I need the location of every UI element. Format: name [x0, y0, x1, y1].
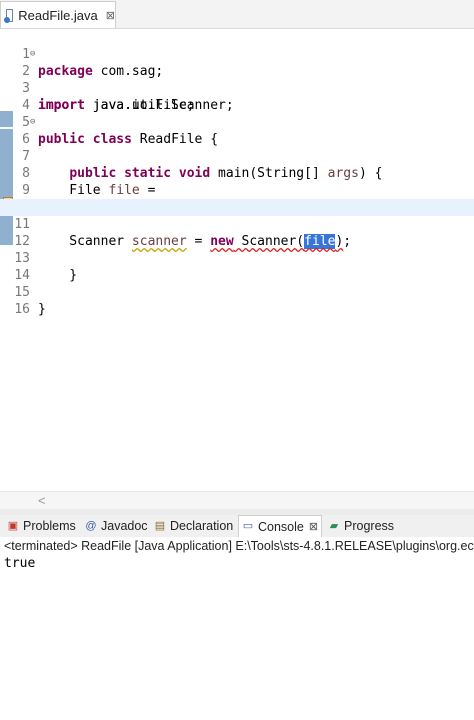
code-line[interactable]: 16: [0, 284, 474, 317]
code-line[interactable]: 15 }: [0, 267, 474, 317]
editor-tab-bar: ReadFile.java ⊠: [0, 0, 474, 29]
tab-label: Console: [258, 519, 304, 534]
code-line[interactable]: 1 package com.sag;: [0, 29, 474, 79]
code-line[interactable]: 5 public class ReadFile {: [0, 97, 474, 147]
code-line[interactable]: 2 ⊖ import java.io.File;: [0, 46, 474, 113]
tab-label: Problems: [23, 519, 76, 533]
tab-console[interactable]: ▭ Console ⊠: [238, 515, 323, 537]
code-line[interactable]: 8 File file =: [0, 148, 474, 198]
javadoc-icon: @: [85, 519, 97, 532]
tab-label: Declaration: [170, 519, 234, 533]
code-line[interactable]: 10: [0, 182, 474, 215]
line-number: 16: [14, 302, 30, 317]
code-line[interactable]: 9 new File("C:\\Users\\HP\\Desktop\\samp…: [0, 165, 474, 215]
code-line[interactable]: 7: [0, 131, 474, 164]
problems-icon: ▣: [7, 519, 19, 532]
tab-problems[interactable]: ▣ Problems: [4, 515, 79, 537]
code-line[interactable]: 6 ⊖ public static void main(String[] arg…: [0, 114, 474, 181]
console-output[interactable]: true: [4, 556, 35, 571]
view-tab-bar: ▣ Problems @ Javadoc ▤ Declaration ▭ Con…: [0, 515, 474, 538]
code-line[interactable]: 4: [0, 80, 474, 113]
tab-declaration[interactable]: ▤ Declaration: [151, 515, 236, 537]
close-icon[interactable]: ⊠: [309, 520, 318, 533]
fold-toggle-icon[interactable]: ⊖: [30, 114, 35, 131]
java-file-icon: [3, 8, 14, 23]
code-line[interactable]: 12: [0, 216, 474, 249]
tab-title: ReadFile.java: [18, 7, 98, 23]
code-line[interactable]: 14: [0, 250, 474, 283]
tab-progress[interactable]: ▰ Progress: [325, 515, 397, 537]
code-line[interactable]: 13 }: [0, 233, 474, 283]
console-view[interactable]: <terminated> ReadFile [Java Application]…: [0, 537, 474, 720]
code-line[interactable]: 3 import java.util.Scanner;: [0, 63, 474, 113]
console-header: <terminated> ReadFile [Java Application]…: [4, 539, 474, 553]
progress-icon: ▰: [329, 519, 339, 532]
tab-label: Javadoc: [101, 519, 148, 533]
code-text: }: [38, 302, 46, 317]
scroll-left-icon[interactable]: <: [38, 492, 46, 509]
fold-toggle-icon[interactable]: ⊖: [30, 46, 35, 63]
tab-label: Progress: [344, 519, 395, 533]
console-icon: ▭: [242, 520, 254, 532]
tab-readfile-java[interactable]: ReadFile.java ⊠: [0, 1, 116, 28]
declaration-icon: ▤: [154, 519, 166, 532]
tab-javadoc[interactable]: @ Javadoc: [82, 515, 151, 537]
horizontal-scrollbar[interactable]: <: [0, 491, 474, 510]
current-code-line[interactable]: 11 Scanner scanner = new Scanner(file);: [0, 199, 474, 249]
code-editor[interactable]: 1 package com.sag; 2 ⊖ import java.io.Fi…: [0, 29, 474, 491]
close-icon[interactable]: ⊠: [106, 9, 115, 22]
